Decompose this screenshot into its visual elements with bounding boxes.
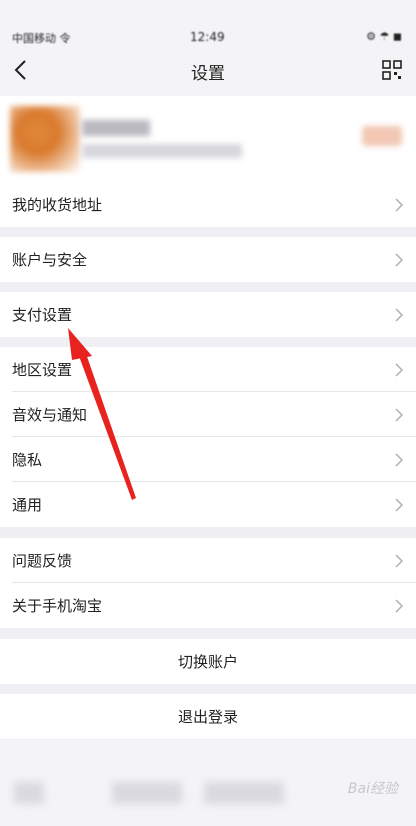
menu-item-label: 支付设置 [12, 306, 73, 324]
switch-account-label: 切换账户 [177, 653, 238, 671]
menu-item-label: 问题反馈 [12, 552, 73, 570]
qr-code-icon[interactable] [382, 60, 402, 80]
profile-name-redacted [82, 120, 150, 136]
page-title: 设置 [191, 64, 225, 84]
avatar [10, 106, 80, 172]
profile-card[interactable] [0, 96, 416, 182]
status-icons: ⚙ ☂ ◼ [366, 30, 402, 43]
menu-item-payment[interactable]: 支付设置 [0, 292, 416, 337]
menu-item-general[interactable]: 通用 [0, 482, 416, 527]
logout-label: 退出登录 [177, 708, 238, 726]
profile-badge-redacted [362, 126, 402, 146]
chevron-right-icon [395, 554, 404, 568]
chevron-right-icon [395, 198, 404, 212]
chevron-right-icon [395, 599, 404, 613]
watermark-label: Bai经验 [347, 781, 398, 797]
status-bar: 中国移动 令 12:49 ⚙ ☂ ◼ [0, 0, 416, 45]
menu-item-sound-notify[interactable]: 音效与通知 [0, 392, 416, 437]
menu-item-privacy[interactable]: 隐私 [0, 437, 416, 482]
nav-bar: 设置 [0, 44, 416, 96]
chevron-right-icon [395, 498, 404, 512]
menu-item-label: 关于手机淘宝 [12, 597, 103, 615]
menu-item-feedback[interactable]: 问题反馈 [0, 538, 416, 583]
menu-item-label: 通用 [12, 496, 43, 514]
menu-item-region[interactable]: 地区设置 [0, 347, 416, 392]
chevron-right-icon [395, 453, 404, 467]
chevron-right-icon [395, 253, 404, 267]
clock-label: 12:49 [190, 30, 225, 44]
chevron-right-icon [395, 308, 404, 322]
switch-account-button[interactable]: 切换账户 [0, 639, 416, 684]
chevron-right-icon [395, 363, 404, 377]
menu-item-label: 地区设置 [12, 361, 73, 379]
profile-detail-redacted [82, 144, 242, 158]
logout-button[interactable]: 退出登录 [0, 694, 416, 739]
menu-item-label: 隐私 [12, 451, 43, 469]
chevron-right-icon [395, 408, 404, 422]
menu-item-label: 账户与安全 [12, 251, 88, 269]
menu-item-account-security[interactable]: 账户与安全 [0, 237, 416, 282]
menu-item-about[interactable]: 关于手机淘宝 [0, 583, 416, 628]
menu-item-address[interactable]: 我的收货地址 [0, 182, 416, 227]
menu-item-label: 音效与通知 [12, 406, 88, 424]
menu-item-label: 我的收货地址 [12, 196, 103, 214]
